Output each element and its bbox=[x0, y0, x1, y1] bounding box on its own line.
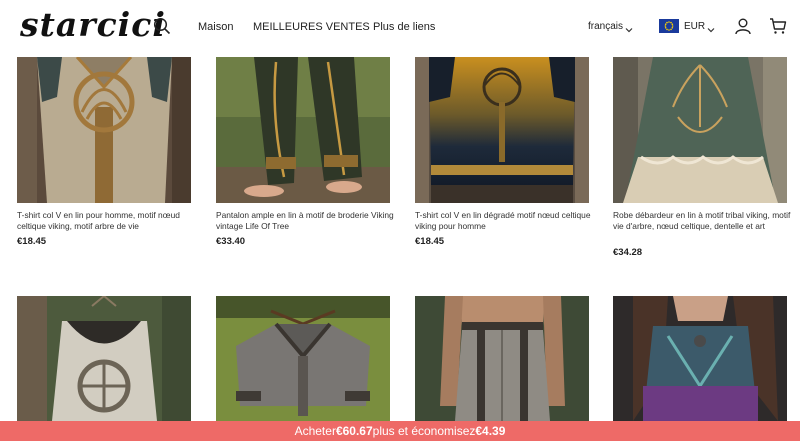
product-image[interactable] bbox=[17, 296, 191, 421]
product-price: €33.40 bbox=[216, 236, 246, 247]
site-logo[interactable]: starcici bbox=[20, 4, 166, 46]
product-title[interactable]: T-shirt col V en lin pour homme, motif n… bbox=[17, 210, 197, 232]
language-selector[interactable]: français bbox=[588, 20, 623, 33]
promo-middle: plus et économisez bbox=[372, 424, 476, 438]
chevron-down-icon[interactable] bbox=[707, 21, 715, 33]
product-title[interactable]: T-shirt col V en lin dégradé motif nœud … bbox=[415, 210, 595, 232]
site-header: starcici Maison MEILLEURES VENTES Plus d… bbox=[0, 0, 800, 57]
currency-selector[interactable]: EUR bbox=[684, 20, 705, 33]
product-image[interactable] bbox=[613, 57, 787, 203]
product-title[interactable]: Robe débardeur en lin à motif tribal vik… bbox=[613, 210, 793, 232]
promo-prefix: Acheter bbox=[294, 424, 336, 438]
product-image[interactable] bbox=[216, 296, 390, 421]
chevron-down-icon[interactable] bbox=[625, 21, 633, 33]
promo-banner[interactable]: Acheter€60.67plus et économisez€4.39 bbox=[0, 421, 800, 441]
promo-savings: €4.39 bbox=[475, 424, 506, 438]
product-image[interactable] bbox=[613, 296, 787, 421]
product-price: €18.45 bbox=[17, 236, 47, 247]
nav-link-home[interactable]: Maison bbox=[198, 20, 233, 34]
product-image[interactable] bbox=[415, 57, 589, 203]
eu-flag-icon[interactable] bbox=[659, 19, 679, 33]
cart-icon[interactable] bbox=[769, 17, 787, 35]
promo-threshold: €60.67 bbox=[335, 424, 373, 438]
product-title[interactable]: Pantalon ample en lin à motif de broderi… bbox=[216, 210, 396, 232]
nav-link-more[interactable]: Plus de liens bbox=[373, 20, 435, 34]
product-image[interactable] bbox=[216, 57, 390, 203]
account-icon[interactable] bbox=[734, 17, 752, 35]
nav-link-bestsellers[interactable]: MEILLEURES VENTES bbox=[253, 20, 370, 34]
product-price: €18.45 bbox=[415, 236, 445, 247]
search-icon[interactable] bbox=[153, 17, 171, 35]
product-price: €34.28 bbox=[613, 247, 643, 258]
product-image[interactable] bbox=[17, 57, 191, 203]
product-image[interactable] bbox=[415, 296, 589, 421]
